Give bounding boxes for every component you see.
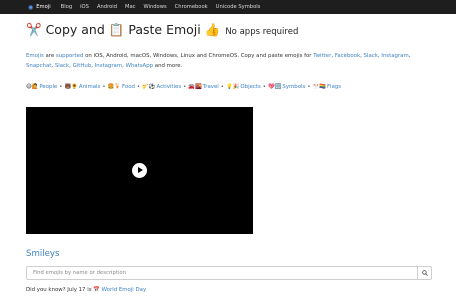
did-you-know: Did you know? July 17 is 📅 World Emoji D… — [26, 287, 146, 293]
animals-icon: 🐻🌻 — [64, 84, 78, 90]
brand-label: Emoji — [36, 4, 51, 10]
scissors-icon: ✂️ — [26, 22, 42, 37]
slack-link-2[interactable]: Slack — [55, 63, 69, 69]
section-heading-smileys: Smileys — [26, 249, 60, 259]
nav-link-windows[interactable]: Windows — [144, 4, 167, 10]
page-title: ✂️ Copy and 📋 Paste Emoji 👍 No apps requ… — [26, 22, 298, 38]
nav-link-chromebook[interactable]: Chromebook — [175, 4, 208, 10]
category-people[interactable]: People — [39, 84, 57, 90]
nav-link-blog[interactable]: Blog — [61, 4, 72, 10]
category-flags[interactable]: Flags — [327, 84, 341, 90]
video-player[interactable] — [26, 107, 253, 234]
world-emoji-day-link[interactable]: World Emoji Day — [102, 287, 146, 293]
whatsapp-link[interactable]: WhatsApp — [126, 63, 154, 69]
intro-text-platforms: on iOS, Android, macOS, Windows, Linux a… — [85, 53, 312, 59]
instagram-link-2[interactable]: Instagram — [95, 63, 122, 69]
emoji-search — [26, 266, 432, 280]
travel-icon: 🚘🌇 — [188, 84, 202, 90]
did-you-know-text: Did you know? July 17 is — [26, 287, 92, 293]
symbols-icon: 💖🔣 — [267, 84, 282, 90]
play-icon[interactable] — [132, 163, 147, 178]
globe-icon: ◉ — [28, 3, 34, 11]
nav-link-ios[interactable]: iOS — [80, 4, 89, 10]
search-button[interactable] — [417, 267, 431, 279]
category-animals[interactable]: Animals — [79, 84, 100, 90]
title-paste-emoji: Paste Emoji — [128, 22, 201, 37]
intro-text-more: and more. — [154, 62, 183, 69]
snapchat-link[interactable]: Snapchat — [26, 63, 51, 69]
intro-text-are: are — [45, 53, 55, 59]
activities-icon: 🎷⚽️ — [142, 84, 156, 90]
people-icon: 😄🙋 — [26, 84, 39, 90]
facebook-link[interactable]: Facebook — [335, 53, 360, 59]
flags-icon: 🎌🏳️‍🌈 — [312, 84, 326, 90]
top-nav: ◉ Emoji Blog iOS Android Mac Windows Chr… — [0, 0, 456, 14]
thumbs-up-icon: 👍 — [204, 22, 221, 37]
category-activities[interactable]: Activities — [157, 84, 182, 90]
food-icon: 🍔🍹 — [107, 84, 121, 90]
category-symbols[interactable]: Symbols — [282, 84, 305, 90]
page-subtitle: No apps required — [225, 27, 299, 37]
github-link[interactable]: GitHub — [73, 63, 92, 69]
slack-link[interactable]: Slack — [364, 53, 378, 59]
twitter-link[interactable]: Twitter — [313, 53, 331, 59]
emojis-link[interactable]: Emojis — [26, 53, 44, 59]
category-food[interactable]: Food — [122, 84, 135, 90]
brand-link[interactable]: ◉ Emoji — [28, 4, 51, 11]
instagram-link[interactable]: Instagram — [381, 53, 408, 59]
category-objects[interactable]: Objects — [240, 84, 260, 90]
nav-link-unicode-symbols[interactable]: Unicode Symbols — [216, 4, 261, 10]
category-travel[interactable]: Travel — [203, 84, 219, 90]
intro-paragraph: Emojis are supported on iOS, Android, ma… — [26, 53, 411, 69]
search-input[interactable] — [27, 267, 407, 279]
category-nav: 😄🙋 People • 🐻🌻 Animals • 🍔🍹 Food • 🎷⚽️ A… — [26, 84, 342, 90]
search-icon — [421, 270, 428, 276]
objects-icon: 💡🎉 — [225, 84, 240, 90]
supported-link[interactable]: supported — [56, 53, 83, 59]
calendar-icon: 📅 — [93, 287, 100, 293]
nav-link-mac[interactable]: Mac — [125, 4, 136, 10]
nav-link-android[interactable]: Android — [97, 4, 117, 10]
title-copy-and: Copy and — [45, 22, 105, 37]
clipboard-icon: 📋 — [108, 22, 125, 37]
